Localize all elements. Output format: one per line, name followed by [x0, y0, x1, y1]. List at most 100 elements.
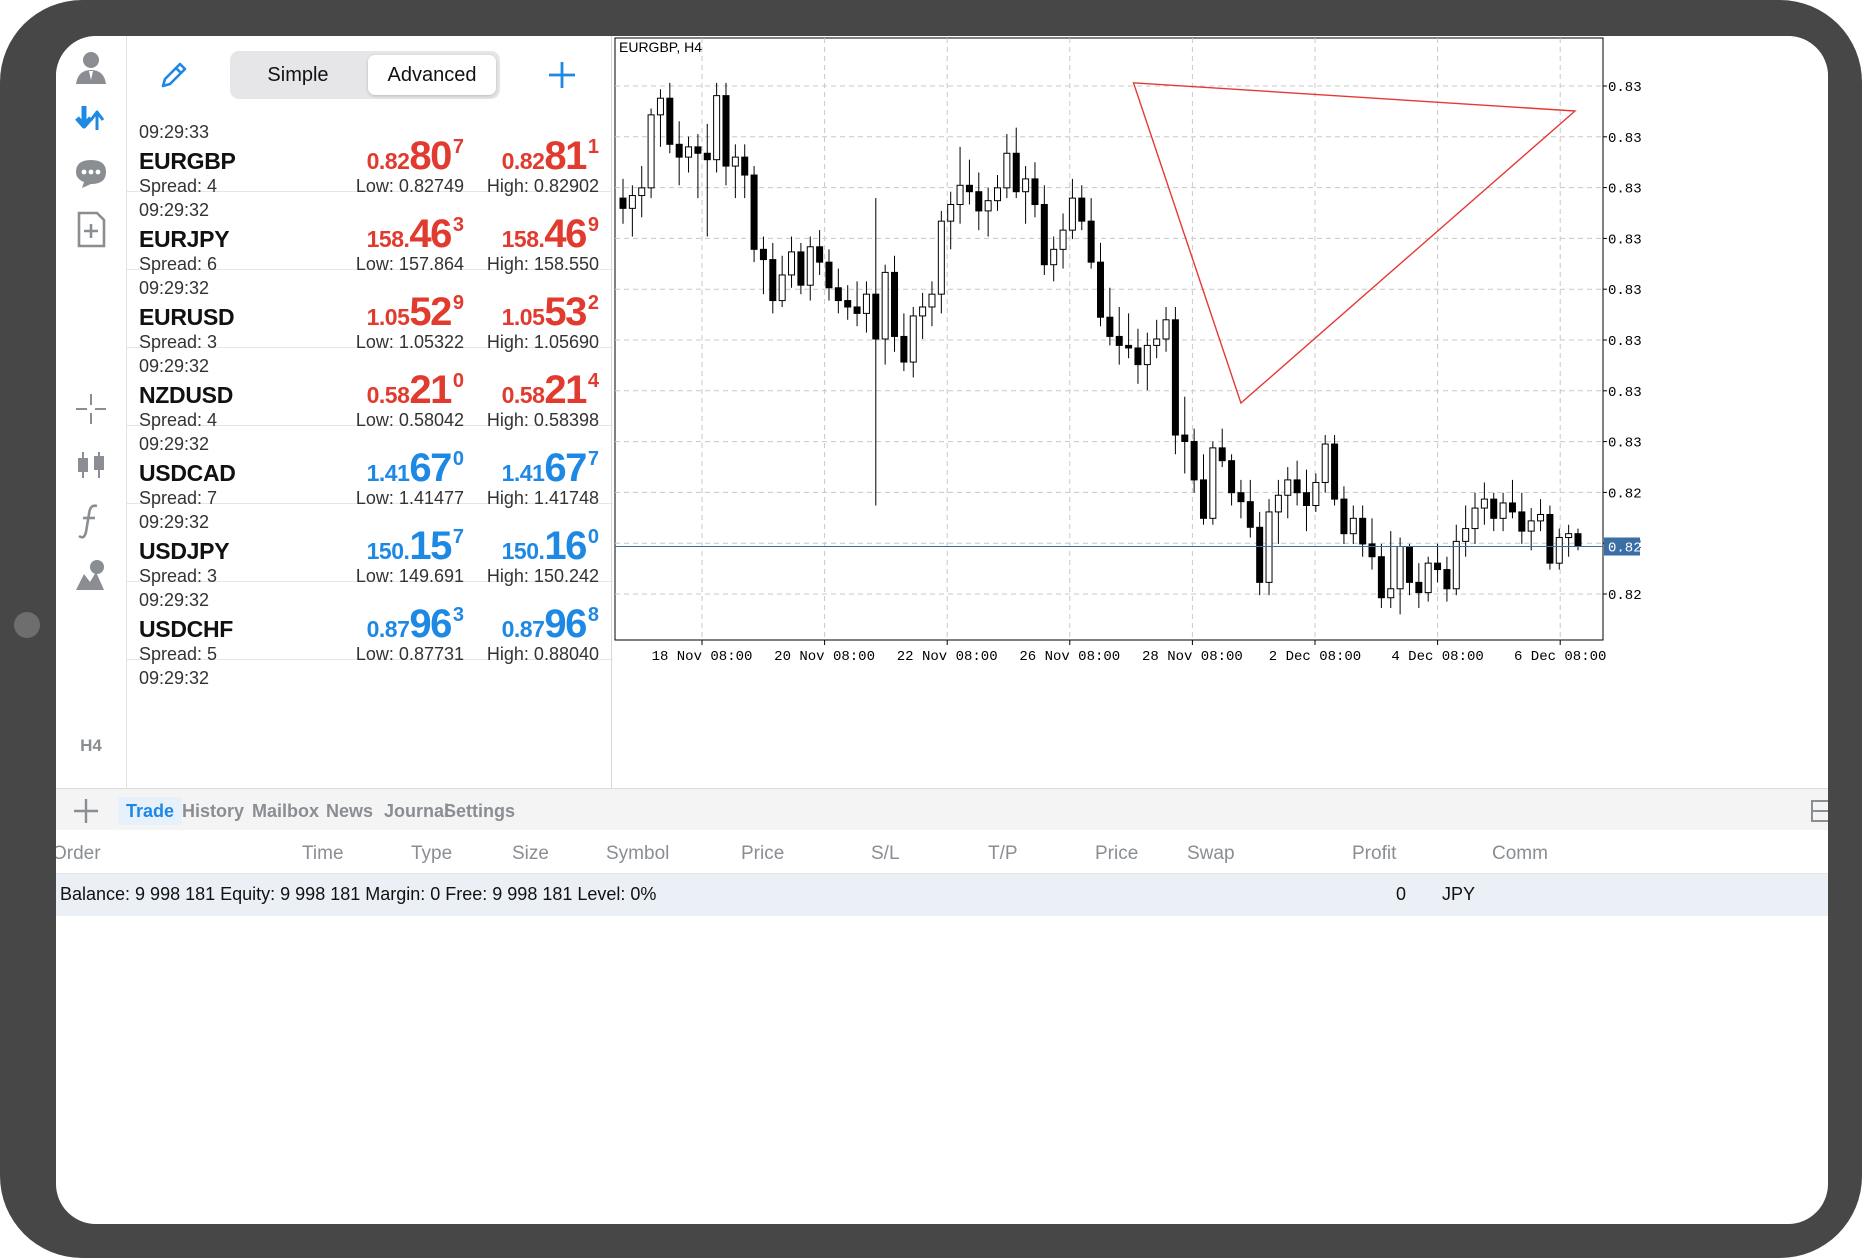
- candle: [1143, 344, 1151, 366]
- chart-canvas[interactable]: 0.83 0.83 0.83 0.83 0.83 0.83 0.83 0.83 0.82 0.82…: [613, 36, 1828, 788]
- ask-price-prefix: 0.87: [501, 616, 545, 642]
- column-sl[interactable]: S/L: [871, 843, 900, 865]
- bid-price-fraction: 7: [452, 136, 464, 158]
- candle: [1499, 502, 1507, 519]
- column-tp[interactable]: T/P: [988, 843, 1018, 865]
- x-tick-label: 20 Nov 08:00: [774, 649, 875, 665]
- x-tick-label: 26 Nov 08:00: [1019, 649, 1120, 665]
- column-swap[interactable]: Swap: [1187, 843, 1235, 865]
- bid-price-prefix: 0.82: [366, 148, 410, 174]
- column-profit[interactable]: Profit: [1352, 843, 1396, 865]
- total-profit: 0: [1396, 884, 1407, 904]
- ask-price-pips: 96: [544, 602, 587, 646]
- simple-mode-button[interactable]: Simple: [234, 55, 362, 95]
- add-tab-icon[interactable]: [70, 795, 102, 827]
- candle: [666, 97, 674, 145]
- ask-price[interactable]: 1.0553 2: [502, 290, 599, 334]
- candle: [1284, 479, 1292, 496]
- candle: [853, 306, 861, 314]
- account-icon[interactable]: [68, 44, 114, 90]
- crosshair-icon[interactable]: [68, 386, 114, 432]
- candle: [1209, 447, 1217, 519]
- y-tick-label: 0.83: [1608, 80, 1642, 96]
- tab-mailbox[interactable]: Mailbox: [244, 797, 327, 825]
- new-order-icon[interactable]: [68, 206, 114, 252]
- app-screen: H4 Simple Advanced 09:29:33 EURGBP Spread:…: [56, 36, 1828, 1224]
- candle: [1228, 460, 1236, 494]
- candle: [1368, 543, 1376, 558]
- column-symbol[interactable]: Symbol: [606, 843, 669, 865]
- ask-price-fraction: 2: [587, 292, 599, 314]
- candle: [1480, 498, 1488, 509]
- candle: [1387, 588, 1395, 599]
- add-symbol-icon[interactable]: [545, 58, 579, 92]
- bid-price[interactable]: 0.8280 7: [366, 134, 464, 178]
- chart-type-icon[interactable]: [68, 442, 114, 488]
- objects-icon[interactable]: [68, 554, 114, 600]
- advanced-mode-button[interactable]: Advanced: [368, 55, 496, 95]
- bid-price[interactable]: 0.5821 0: [367, 368, 464, 412]
- ask-price[interactable]: 158.46 9: [502, 212, 599, 256]
- candle: [834, 287, 842, 302]
- layout-icon[interactable]: [1811, 799, 1828, 823]
- tab-history[interactable]: History: [174, 797, 252, 825]
- candle: [1265, 511, 1273, 583]
- ask-price[interactable]: 1.4167 7: [502, 446, 599, 490]
- candle: [797, 251, 805, 286]
- quote-symbol: NZDUSD: [139, 382, 234, 408]
- bid-price[interactable]: 0.8796 3: [367, 602, 464, 646]
- quote-row-eurjpy[interactable]: 09:29:32 EURJPY Spread: 6 158.46 3 158.46 9 Low…: [127, 192, 613, 274]
- column-time[interactable]: Time: [302, 843, 344, 865]
- ask-price[interactable]: 0.8281 1: [502, 134, 599, 178]
- bid-price[interactable]: 1.0552 9: [367, 290, 464, 334]
- pencil-icon[interactable]: [157, 58, 191, 92]
- candle: [844, 300, 852, 308]
- candle: [965, 184, 973, 193]
- bid-price[interactable]: 1.4167 0: [367, 446, 464, 490]
- candle: [937, 220, 945, 295]
- ask-price-prefix: 150.: [501, 538, 545, 564]
- candle: [1443, 569, 1451, 590]
- tab-news[interactable]: News: [318, 797, 381, 825]
- quote-row-eurgbp[interactable]: 09:29:33 EURGBP Spread: 4 0.8280 7 0.8281 1 Low…: [127, 114, 613, 196]
- ask-price[interactable]: 150.16 0: [501, 524, 599, 568]
- column-order[interactable]: Order: [56, 843, 101, 865]
- ask-price-pips: 21: [544, 368, 587, 412]
- bid-price[interactable]: 150.15 7: [367, 524, 464, 568]
- bid-price-fraction: 3: [452, 214, 464, 236]
- quotes-icon[interactable]: [68, 96, 114, 142]
- candle: [1359, 517, 1367, 545]
- candle: [1171, 319, 1179, 436]
- timeframe-label[interactable]: H4: [56, 736, 126, 756]
- bid-price-prefix: 158.: [366, 226, 410, 252]
- column-price-current[interactable]: Price: [1095, 843, 1138, 865]
- column-size[interactable]: Size: [512, 843, 549, 865]
- ask-price-pips: 16: [544, 524, 587, 568]
- candle: [1527, 520, 1535, 532]
- column-comm[interactable]: Comm: [1492, 843, 1548, 865]
- quote-row-eurusd[interactable]: 09:29:32 EURUSD Spread: 3 1.0552 9 1.0553 2 Low…: [127, 270, 613, 352]
- indicators-icon[interactable]: [68, 498, 114, 544]
- quote-symbol: USDCAD: [139, 460, 236, 486]
- candle: [1134, 347, 1142, 366]
- candle: [628, 195, 636, 209]
- candle: [891, 271, 899, 337]
- quote-row-nzdusd[interactable]: 09:29:32 NZDUSD Spread: 4 0.5821 0 0.5821 4 Low…: [127, 348, 613, 430]
- ask-price[interactable]: 0.5821 4: [502, 368, 599, 412]
- quote-time: 09:29:32: [139, 434, 210, 454]
- column-price[interactable]: Price: [741, 843, 784, 865]
- tab-trade[interactable]: Trade: [118, 797, 183, 825]
- candle: [1574, 533, 1582, 547]
- candle: [1050, 248, 1058, 266]
- tab-settings[interactable]: Settings: [436, 797, 523, 825]
- price-chart[interactable]: 0.83 0.83 0.83 0.83 0.83 0.83 0.83 0.83 0.82 0.82…: [613, 36, 1828, 788]
- quote-row-usdjpy[interactable]: 09:29:32 USDJPY Spread: 3 150.15 7 150.16 0 Low…: [127, 504, 613, 586]
- quote-row-usdcad[interactable]: 09:29:32 USDCAD Spread: 7 1.4167 0 1.4167 7 Low…: [127, 426, 613, 508]
- ask-price[interactable]: 0.8796 8: [501, 602, 599, 646]
- candle: [1508, 502, 1516, 513]
- quote-row-usdchf[interactable]: 09:29:32 USDCHF Spread: 5 0.8796 3 0.8796 8 Low…: [127, 582, 613, 664]
- column-type[interactable]: Type: [411, 843, 452, 865]
- bid-price[interactable]: 158.46 3: [366, 212, 464, 256]
- quote-row-partial[interactable]: 09:29:32: [127, 660, 613, 738]
- chat-icon[interactable]: [68, 150, 114, 196]
